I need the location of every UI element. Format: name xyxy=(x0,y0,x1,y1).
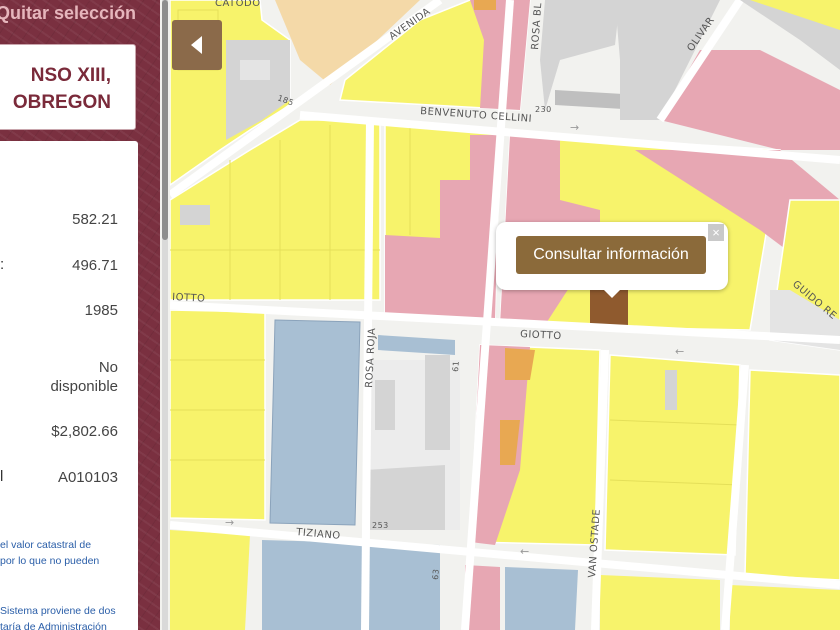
map-popup: Consultar información × xyxy=(496,222,728,290)
title-line-2: OBREGON xyxy=(12,92,111,113)
popup-pointer xyxy=(602,288,622,298)
title-line-1: NSO XIII, xyxy=(30,65,111,86)
block-low-5 xyxy=(744,369,840,581)
row-2-label: : xyxy=(0,256,5,273)
number-253: 253 xyxy=(372,521,389,530)
note-2-line-2: taría de Administración xyxy=(0,621,107,630)
row-5-value: $2,802.66 xyxy=(51,423,118,440)
row-3-value: 1985 xyxy=(84,302,118,319)
row-6-label: l xyxy=(0,468,4,485)
svg-text:→: → xyxy=(570,121,579,134)
block-mid-center xyxy=(384,124,501,321)
title-card: NSO XIII, OBREGON xyxy=(0,44,136,130)
block-low-1 xyxy=(170,309,266,521)
number-63: 63 xyxy=(431,568,441,580)
note-2-line-1: Sistema proviene de dos xyxy=(0,605,116,617)
note-1-line-1: el valor catastral de xyxy=(0,539,92,551)
clear-selection-link[interactable]: Quitar selección xyxy=(0,3,136,24)
info-panel: Quitar selección NSO XIII, OBREGON 582.2… xyxy=(0,0,160,630)
block-low-4 xyxy=(604,354,741,556)
svg-text:←: ← xyxy=(675,345,684,358)
row-6-value: A010103 xyxy=(57,469,118,486)
row-2-value: 496.71 xyxy=(72,257,118,274)
close-icon[interactable]: × xyxy=(708,224,724,241)
note-1-line-2: por lo que no pueden xyxy=(0,555,100,567)
map-canvas[interactable]: CATODO AVENIDA ROSA BL OLIVAR BENVENUTO … xyxy=(170,0,840,630)
street-giotto-left: IOTTO xyxy=(172,292,206,305)
number-61: 61 xyxy=(451,360,461,372)
block-low-3 xyxy=(469,344,601,546)
panel-scrollbar-thumb[interactable] xyxy=(162,0,168,240)
svg-text:←: ← xyxy=(520,545,529,558)
row-1-value: 582.21 xyxy=(72,211,118,228)
street-giotto: GIOTTO xyxy=(520,329,562,342)
consultar-informacion-button[interactable]: Consultar información xyxy=(516,236,706,274)
collapse-panel-button[interactable] xyxy=(172,20,222,70)
chevron-left-icon xyxy=(191,36,202,54)
number-230: 230 xyxy=(535,105,552,114)
row-4-value-line1: No xyxy=(98,359,118,376)
svg-text:→: → xyxy=(225,516,234,529)
street-catodo: CATODO xyxy=(215,0,261,9)
row-4-value-line2: disponible xyxy=(50,378,118,395)
property-info-card: 582.21 : 496.71 1985 No disponible $2,80… xyxy=(0,141,138,630)
